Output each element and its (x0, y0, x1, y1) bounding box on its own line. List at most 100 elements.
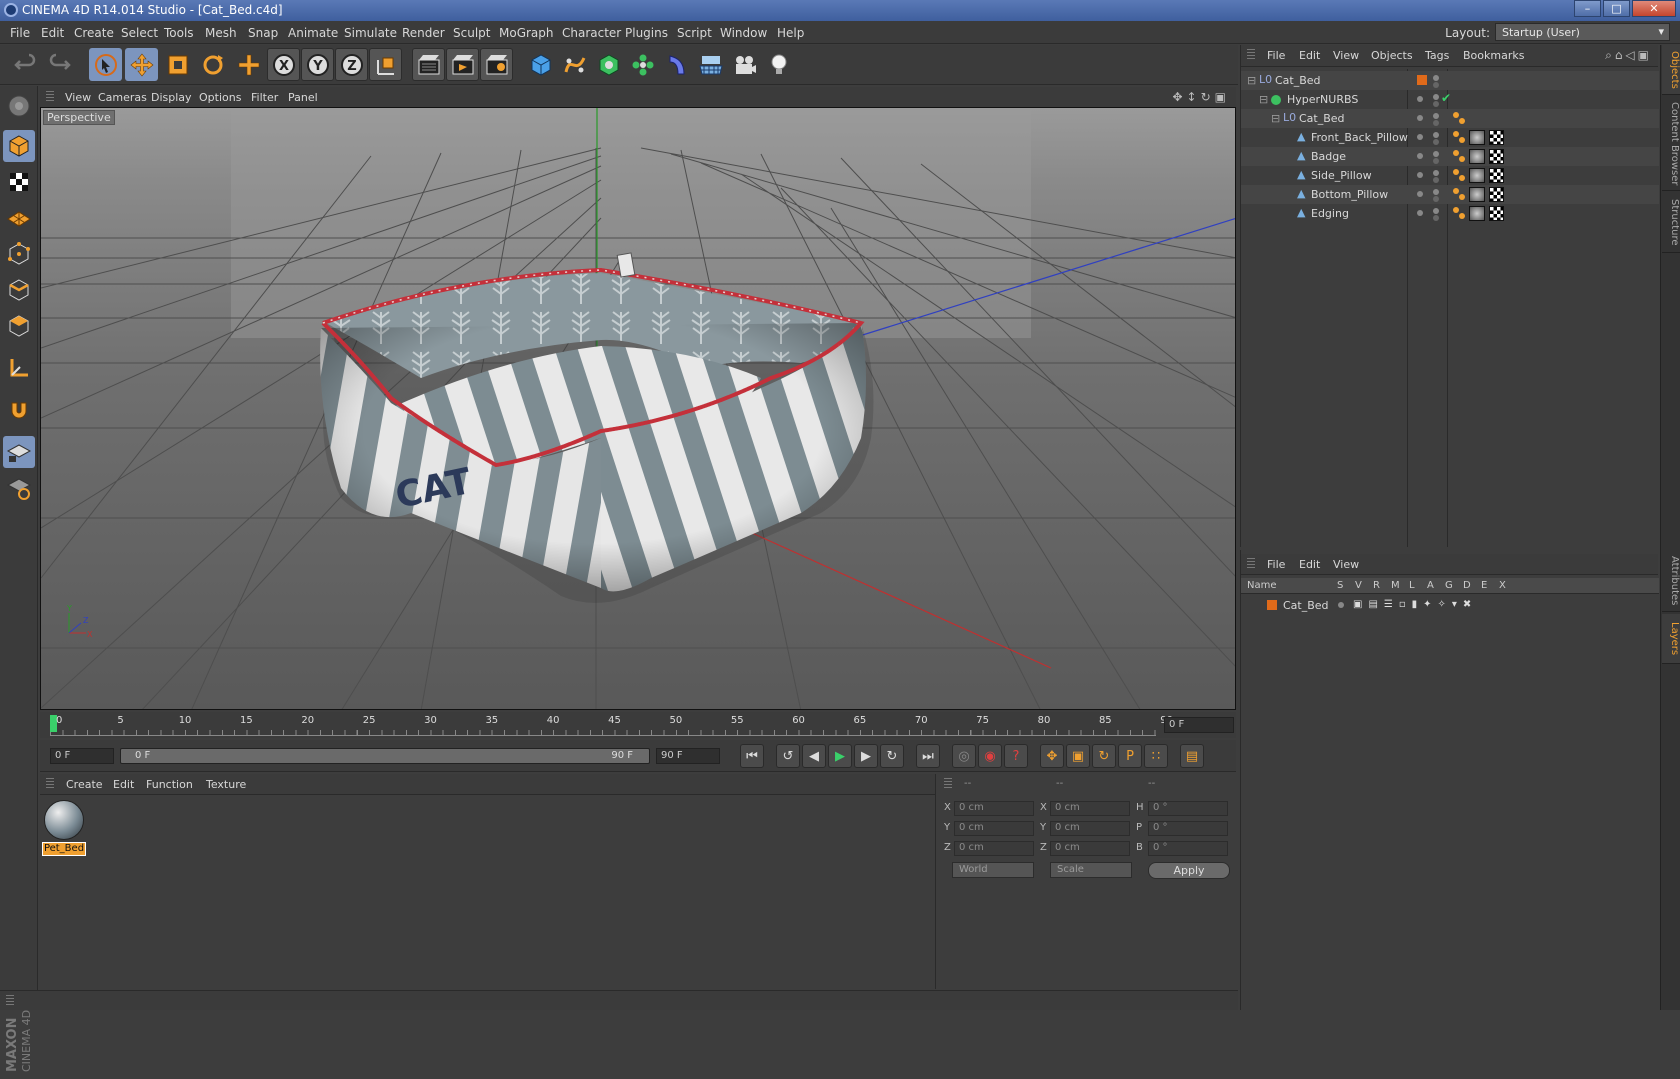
object-row-hypernurbs[interactable]: ⊟ HyperNURBS ✔ (1241, 90, 1659, 109)
spline-icon[interactable] (558, 48, 591, 81)
layer-menu-file[interactable]: File (1267, 558, 1285, 571)
menu-create[interactable]: Create (74, 26, 114, 40)
uvw-tag-icon[interactable] (1489, 130, 1504, 145)
locked-workplane-icon[interactable] (3, 436, 35, 468)
object-row-side-pillow[interactable]: ▲ Side_Pillow (1241, 166, 1659, 185)
object-menu-tags[interactable]: Tags (1425, 49, 1449, 62)
menu-mograph[interactable]: MoGraph (499, 26, 554, 40)
record-active-icon[interactable]: ◎ (952, 744, 976, 768)
minimize-button[interactable]: – (1574, 0, 1601, 17)
next-key-icon[interactable]: ↻ (880, 744, 904, 768)
panel-grip-icon[interactable] (6, 995, 14, 1007)
object-menu-view[interactable]: View (1333, 49, 1359, 62)
material-menu-edit[interactable]: Edit (113, 778, 134, 791)
previous-frame-icon[interactable]: ◀ (802, 744, 826, 768)
pos-z-field[interactable]: 0 cm (954, 841, 1034, 856)
tab-content-browser[interactable]: Content Browser (1662, 97, 1680, 191)
x-axis-icon[interactable]: X (267, 48, 300, 81)
go-to-end-icon[interactable]: ⏭ (916, 744, 940, 768)
previous-key-icon[interactable]: ↺ (776, 744, 800, 768)
material-menu-create[interactable]: Create (66, 778, 103, 791)
panel-grip-icon[interactable] (944, 778, 952, 790)
object-row-badge[interactable]: ▲ Badge (1241, 147, 1659, 166)
go-to-start-icon[interactable]: ⏮ (740, 744, 764, 768)
timeline-track[interactable] (50, 716, 1156, 736)
viewport-menu-view[interactable]: View (65, 91, 91, 104)
planar-workplane-icon[interactable] (3, 472, 35, 504)
close-button[interactable]: ✕ (1632, 0, 1676, 17)
viewport-menu-filter[interactable]: Filter (251, 91, 278, 104)
object-row-cat-bed[interactable]: ⊟ L0 Cat_Bed (1241, 71, 1659, 90)
key-parameter-icon[interactable]: P (1118, 744, 1142, 768)
scale-icon[interactable] (161, 48, 194, 81)
menu-mesh[interactable]: Mesh (205, 26, 237, 40)
menu-edit[interactable]: Edit (41, 26, 64, 40)
object-row-edging[interactable]: ▲ Edging (1241, 204, 1659, 223)
object-row-cat-bed-child[interactable]: ⊟ L0 Cat_Bed (1241, 109, 1659, 128)
coordinate-system-icon[interactable] (369, 48, 402, 81)
menu-snap[interactable]: Snap (248, 26, 278, 40)
current-frame-field[interactable]: 0 F (1164, 717, 1234, 733)
light-icon[interactable] (762, 48, 795, 81)
rot-p-field[interactable]: 0 ° (1148, 821, 1228, 836)
menu-script[interactable]: Script (677, 26, 712, 40)
viewport-menu-panel[interactable]: Panel (288, 91, 318, 104)
play-icon[interactable]: ▶ (828, 744, 852, 768)
viewport-menu-options[interactable]: Options (199, 91, 241, 104)
menu-window[interactable]: Window (720, 26, 767, 40)
maximize-button[interactable]: □ (1603, 0, 1630, 17)
timeline-ruler[interactable]: 051015202530354045505560657075808590 0 F (40, 712, 1236, 738)
size-x-field[interactable]: 0 cm (1050, 801, 1130, 816)
perspective-viewport[interactable]: CAT Y Z X Perspective (40, 107, 1236, 710)
rot-b-field[interactable]: 0 ° (1148, 841, 1228, 856)
frame-range-slider[interactable]: 0 F 90 F (120, 748, 650, 764)
layer-menu-edit[interactable]: Edit (1299, 558, 1320, 571)
camera-icon[interactable] (728, 48, 761, 81)
snap-icon[interactable] (3, 394, 35, 426)
keyframe-selection-icon[interactable]: ? (1004, 744, 1028, 768)
make-editable-icon[interactable] (3, 90, 35, 122)
menu-plugins[interactable]: Plugins (625, 26, 668, 40)
cube-icon[interactable] (524, 48, 557, 81)
layer-toggle-icons[interactable]: ▣▤☰▫▮✦✧▾✖ (1353, 599, 1477, 610)
menu-help[interactable]: Help (777, 26, 804, 40)
uvw-tag-icon[interactable] (1489, 206, 1504, 221)
render-picture-viewer-icon[interactable] (446, 48, 479, 81)
menu-sculpt[interactable]: Sculpt (453, 26, 490, 40)
tab-structure[interactable]: Structure (1662, 193, 1680, 253)
texture-tag-icon[interactable] (1469, 187, 1485, 202)
nurbs-icon[interactable] (592, 48, 625, 81)
apply-button[interactable]: Apply (1148, 862, 1230, 879)
key-scale-icon[interactable]: ▣ (1066, 744, 1090, 768)
rot-h-field[interactable]: 0 ° (1148, 801, 1228, 816)
pos-y-field[interactable]: 0 cm (954, 821, 1034, 836)
panel-grip-icon[interactable] (1247, 558, 1255, 570)
rotate-icon[interactable] (196, 48, 229, 81)
material-menu-texture[interactable]: Texture (206, 778, 246, 791)
polygons-mode-icon[interactable] (3, 310, 35, 342)
menu-select[interactable]: Select (121, 26, 158, 40)
deformer-icon[interactable] (660, 48, 693, 81)
next-frame-icon[interactable]: ▶ (854, 744, 878, 768)
texture-mode-icon[interactable] (3, 166, 35, 198)
tab-objects[interactable]: Objects (1662, 45, 1680, 95)
uvw-tag-icon[interactable] (1489, 187, 1504, 202)
texture-tag-icon[interactable] (1469, 168, 1485, 183)
autokey-icon[interactable]: ◉ (978, 744, 1002, 768)
layer-menu-view[interactable]: View (1333, 558, 1359, 571)
material-swatch[interactable]: Pet_Bed (42, 798, 86, 858)
render-view-icon[interactable] (412, 48, 445, 81)
size-y-field[interactable]: 0 cm (1050, 821, 1130, 836)
object-menu-file[interactable]: File (1267, 49, 1285, 62)
add-icon[interactable] (232, 48, 265, 81)
object-row-bottom-pillow[interactable]: ▲ Bottom_Pillow (1241, 185, 1659, 204)
array-icon[interactable] (626, 48, 659, 81)
menu-file[interactable]: File (10, 26, 30, 40)
panel-grip-icon[interactable] (46, 778, 54, 790)
texture-tag-icon[interactable] (1469, 130, 1485, 145)
key-pla-icon[interactable]: ∷ (1144, 744, 1168, 768)
uvw-tag-icon[interactable] (1489, 149, 1504, 164)
panel-grip-icon[interactable] (46, 91, 54, 103)
axis-mode-icon[interactable] (3, 352, 35, 384)
model-mode-icon[interactable] (3, 130, 35, 162)
